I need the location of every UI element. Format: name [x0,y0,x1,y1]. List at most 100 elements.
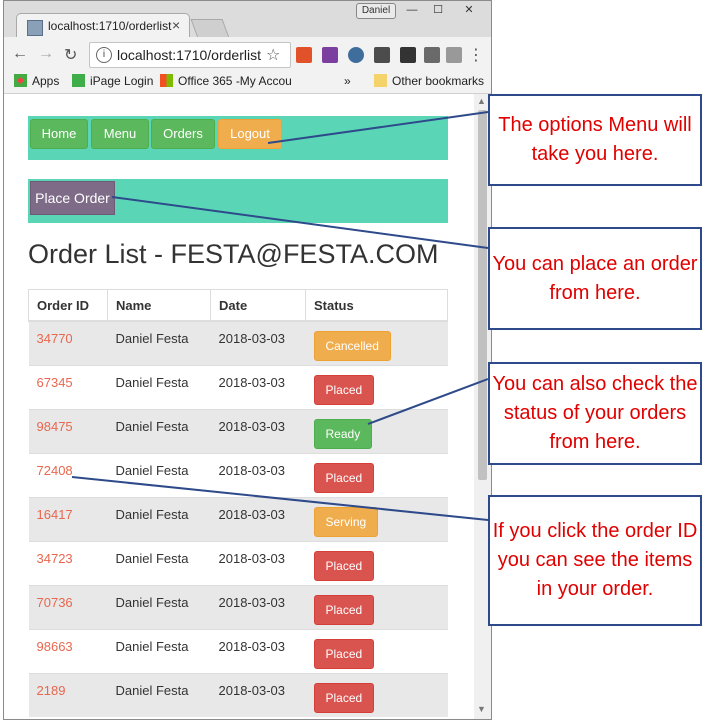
order-id-link[interactable]: 72408 [37,463,73,478]
orders-button[interactable]: Orders [151,119,215,149]
name-cell: Daniel Festa [107,320,211,365]
status-cell: Placed [305,628,448,673]
maximize-button[interactable]: ☐ [428,3,448,17]
bookmarks-overflow[interactable]: » [344,74,351,88]
annotation-order-id: If you click the order ID you can see th… [488,495,702,626]
tab-close-icon[interactable]: × [172,17,180,33]
menu-button[interactable]: Menu [91,119,149,149]
status-cell: Serving [305,496,448,541]
close-window-button[interactable]: ✕ [456,3,482,17]
reload-icon[interactable]: ↻ [64,45,77,65]
logout-button[interactable]: Logout [218,119,282,149]
order-id-link[interactable]: 2189 [37,683,66,698]
place-order-button[interactable]: Place Order [30,181,115,215]
site-navbar: Home Menu Orders Logout [28,116,448,160]
date-cell: 2018-03-03 [210,672,306,717]
order-id-link[interactable]: 34770 [37,331,73,346]
date-cell: 2018-03-03 [210,452,306,497]
extension-icon[interactable] [348,47,364,63]
more-menu-icon[interactable]: ⋮ [468,45,484,65]
order-id-link[interactable]: 98663 [37,639,73,654]
bookmark-ipage[interactable]: iPage Login [72,74,153,88]
order-id-link[interactable]: 34723 [37,551,73,566]
order-id-cell: 34770 [28,320,108,365]
status-cell: Placed [305,364,448,409]
column-header: Date [210,289,306,322]
order-id-link[interactable]: 98475 [37,419,73,434]
bookmark-office365[interactable]: Office 365 -My Accou [160,74,292,88]
address-bar[interactable]: i localhost:1710/orderlist ☆ [89,42,291,68]
status-cell: Placed [305,452,448,497]
order-id-cell: 2189 [28,672,108,717]
extension-icon[interactable] [400,47,416,63]
office-icon [160,74,173,87]
table-row: 98475 Daniel Festa 2018-03-03 Ready [28,408,448,453]
name-cell: Daniel Festa [107,672,211,717]
extension-icon[interactable] [446,47,462,63]
status-cell: Placed [305,584,448,629]
column-header: Status [305,289,448,322]
date-cell: 2018-03-03 [210,408,306,453]
order-id-link[interactable]: 67345 [37,375,73,390]
scroll-thumb[interactable] [478,110,487,480]
scroll-up-arrow-icon[interactable]: ▲ [477,96,486,106]
status-cell: Ready [305,408,448,453]
column-header: Order ID [28,289,108,322]
date-cell: 2018-03-03 [210,540,306,585]
page-title: Order List - FESTA@FESTA.COM [28,239,439,269]
name-cell: Daniel Festa [107,496,211,541]
table-row: 72408 Daniel Festa 2018-03-03 Placed [28,452,448,497]
name-cell: Daniel Festa [107,584,211,629]
annotation-place-order: You can place an order from here. [488,227,702,330]
office-extension-icon[interactable] [296,47,312,63]
status-badge: Ready [313,418,373,449]
folder-icon [374,74,387,87]
bookmark-other[interactable]: Other bookmarks [374,74,484,88]
status-badge: Serving [313,506,379,537]
status-cell: Placed [305,672,448,717]
status-badge: Placed [313,594,375,625]
name-cell: Daniel Festa [107,628,211,673]
profile-badge[interactable]: Daniel [356,3,396,19]
column-header: Name [107,289,211,322]
table-row: 34723 Daniel Festa 2018-03-03 Placed [28,540,448,585]
bookmark-apps[interactable]: Apps [14,74,59,88]
apps-grid-icon [14,74,27,87]
back-arrow-icon[interactable]: ← [12,45,28,63]
status-badge: Placed [313,682,375,713]
onenote-extension-icon[interactable] [322,47,338,63]
order-id-cell: 98663 [28,628,108,673]
order-id-link[interactable]: 70736 [37,595,73,610]
forward-arrow-icon[interactable]: → [38,45,54,63]
title-bar: localhost:1710/orderlist × Daniel — ☐ ✕ [4,1,491,40]
name-cell: Daniel Festa [107,408,211,453]
annotation-menu: The options Menu will take you here. [488,94,702,186]
bookmark-star-icon[interactable]: ☆ [266,45,280,65]
bookmarks-bar: Apps iPage Login Office 365 -My Accou » … [4,71,491,94]
status-badge: Placed [313,374,375,405]
scroll-down-arrow-icon[interactable]: ▼ [477,704,486,714]
name-cell: Daniel Festa [107,540,211,585]
ipage-icon [72,74,85,87]
date-cell: 2018-03-03 [210,496,306,541]
status-cell: Cancelled [305,320,448,365]
extension-icon[interactable] [424,47,440,63]
extension-icon[interactable] [374,47,390,63]
browser-toolbar: ← → ↻ i localhost:1710/orderlist ☆ ⋮ [4,37,491,71]
order-id-link[interactable]: 16417 [37,507,73,522]
table-row: 67345 Daniel Festa 2018-03-03 Placed [28,364,448,409]
annotation-status: You can also check the status of your or… [488,362,702,465]
name-cell: Daniel Festa [107,364,211,409]
order-id-cell: 72408 [28,452,108,497]
new-tab-button[interactable] [190,19,230,38]
table-header-row: Order ID Name Date Status [28,289,448,322]
minimize-button[interactable]: — [402,3,422,17]
info-icon[interactable]: i [96,47,112,63]
date-cell: 2018-03-03 [210,320,306,365]
date-cell: 2018-03-03 [210,364,306,409]
home-button[interactable]: Home [30,119,88,149]
order-id-cell: 16417 [28,496,108,541]
status-badge: Placed [313,550,375,581]
page-viewport: Home Menu Orders Logout Place Order Orde… [4,94,474,719]
browser-tab[interactable]: localhost:1710/orderlist × [16,13,190,40]
